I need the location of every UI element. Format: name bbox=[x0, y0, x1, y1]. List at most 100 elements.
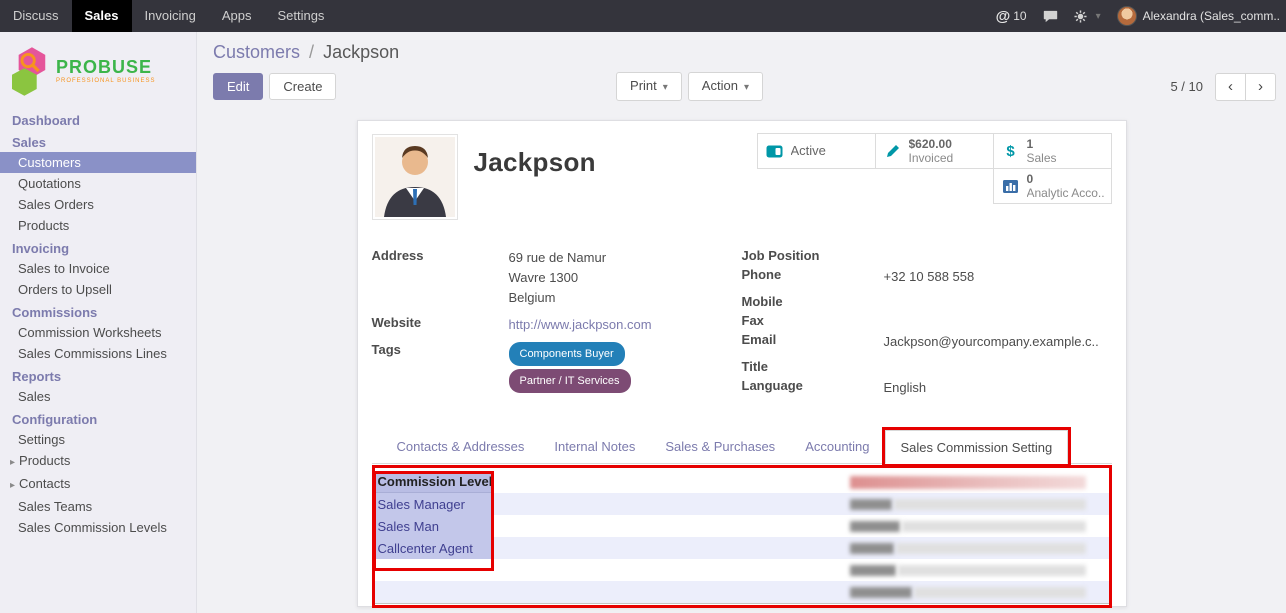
address-country: Belgium bbox=[509, 288, 607, 308]
tab-sales-commission-setting[interactable]: Sales Commission Setting bbox=[885, 430, 1069, 464]
stat-button-analytic-accounts[interactable]: 0 Analytic Acco... bbox=[993, 168, 1112, 204]
stat-button-active[interactable]: Active bbox=[757, 133, 876, 169]
menu-discuss[interactable]: Discuss bbox=[0, 0, 72, 32]
breadcrumb-customers[interactable]: Customers bbox=[213, 42, 300, 62]
commission-table-header-row: Commission Level bbox=[373, 471, 1111, 493]
sidebar-item-sales-commission-levels[interactable]: Sales Commission Levels bbox=[0, 517, 196, 538]
stat-button-invoiced[interactable]: $620.00 Invoiced bbox=[875, 133, 994, 169]
tab-contacts-addresses[interactable]: Contacts & Addresses bbox=[382, 430, 540, 463]
commission-level-cell[interactable]: Sales Manager bbox=[373, 493, 493, 515]
title-label: Title bbox=[742, 359, 884, 376]
dollar-icon: $ bbox=[1001, 143, 1021, 160]
phone-label: Phone bbox=[742, 267, 884, 287]
address-city: Wavre 1300 bbox=[509, 268, 607, 288]
sidebar: PROBUSE PROFESSIONAL BUSINESS Dashboard … bbox=[0, 32, 197, 613]
menu-sales[interactable]: Sales bbox=[72, 0, 132, 32]
website-label: Website bbox=[372, 315, 509, 335]
sidebar-item-config-contacts[interactable]: ▸Contacts bbox=[0, 473, 196, 496]
sidebar-section-invoicing[interactable]: Invoicing bbox=[0, 236, 196, 258]
at-icon: @ bbox=[996, 8, 1011, 25]
topbar-right: @ 10 ▾ Alexandra (Sales_comm.. bbox=[996, 0, 1286, 32]
toggle-icon bbox=[765, 145, 785, 158]
commission-level-column-header[interactable]: Commission Level bbox=[373, 471, 493, 493]
sidebar-item-config-settings[interactable]: Settings bbox=[0, 429, 196, 450]
sidebar-section-dashboard[interactable]: Dashboard bbox=[0, 108, 196, 130]
action-label: Action bbox=[702, 78, 738, 93]
address-value[interactable]: 69 rue de Namur Wavre 1300 Belgium bbox=[509, 248, 607, 308]
stat-value: 0 bbox=[1027, 172, 1104, 186]
menu-settings[interactable]: Settings bbox=[264, 0, 337, 32]
commission-row-sales-manager[interactable]: Sales Manager bbox=[373, 493, 1111, 515]
email-value[interactable]: Jackpson@yourcompany.example.c.. bbox=[884, 332, 1099, 352]
commission-row-empty[interactable] bbox=[373, 581, 1111, 603]
website-link[interactable]: http://www.jackpson.com bbox=[509, 317, 652, 332]
print-dropdown-button[interactable]: Print▾ bbox=[616, 72, 682, 101]
tab-accounting[interactable]: Accounting bbox=[790, 430, 884, 463]
commission-table: Commission Level Sales Manager Sales Man bbox=[373, 471, 1111, 604]
pager-previous-button[interactable]: ‹ bbox=[1215, 73, 1246, 101]
menu-invoicing[interactable]: Invoicing bbox=[132, 0, 209, 32]
tab-sales-purchases[interactable]: Sales & Purchases bbox=[650, 430, 790, 463]
redacted-value bbox=[850, 499, 892, 510]
sidebar-section-configuration[interactable]: Configuration bbox=[0, 407, 196, 429]
logo-title: PROBUSE bbox=[56, 58, 155, 76]
breadcrumb-current: Jackpson bbox=[323, 42, 399, 62]
sidebar-item-quotations[interactable]: Quotations bbox=[0, 173, 196, 194]
customer-form-sheet: Jackpson Active bbox=[357, 120, 1127, 607]
language-label: Language bbox=[742, 378, 884, 398]
tag-components-buyer[interactable]: Components Buyer bbox=[509, 342, 625, 366]
mention-count: 10 bbox=[1013, 9, 1026, 23]
sidebar-item-sales-teams[interactable]: Sales Teams bbox=[0, 496, 196, 517]
sidebar-item-sales-commissions-lines[interactable]: Sales Commissions Lines bbox=[0, 343, 196, 364]
sidebar-item-config-products[interactable]: ▸Products bbox=[0, 450, 196, 473]
commission-row-callcenter-agent[interactable]: Callcenter Agent bbox=[373, 537, 1111, 559]
stat-label: Invoiced bbox=[909, 151, 954, 165]
pager-next-button[interactable]: › bbox=[1245, 73, 1276, 101]
sidebar-item-commission-worksheets[interactable]: Commission Worksheets bbox=[0, 322, 196, 343]
expand-caret-icon[interactable]: ▸ bbox=[10, 480, 15, 491]
phone-value[interactable]: +32 10 588 558 bbox=[884, 267, 975, 287]
redacted-value bbox=[898, 565, 1086, 576]
commission-row-empty[interactable] bbox=[373, 559, 1111, 581]
language-value[interactable]: English bbox=[884, 378, 927, 398]
sidebar-item-products[interactable]: Products bbox=[0, 215, 196, 236]
expand-caret-icon[interactable]: ▸ bbox=[10, 457, 15, 468]
commission-row-sales-man[interactable]: Sales Man bbox=[373, 515, 1111, 537]
sidebar-item-customers[interactable]: Customers bbox=[0, 152, 196, 173]
sidebar-item-reports-sales[interactable]: Sales bbox=[0, 386, 196, 407]
pager-counter: 5 / 10 bbox=[1170, 79, 1203, 94]
breadcrumb-separator: / bbox=[309, 42, 314, 62]
commission-table-region: Commission Level Sales Manager Sales Man bbox=[372, 465, 1112, 608]
top-navbar: Discuss Sales Invoicing Apps Settings @ … bbox=[0, 0, 1286, 32]
sidebar-section-commissions[interactable]: Commissions bbox=[0, 300, 196, 322]
action-dropdown-button[interactable]: Action ▾ bbox=[688, 72, 763, 101]
redacted-value bbox=[902, 521, 1086, 532]
create-button[interactable]: Create bbox=[269, 73, 336, 100]
tag-partner-it-services[interactable]: Partner / IT Services bbox=[509, 369, 631, 393]
redacted-value bbox=[850, 521, 900, 532]
sidebar-section-sales[interactable]: Sales bbox=[0, 130, 196, 152]
redacted-value bbox=[914, 587, 1086, 598]
sidebar-section-reports[interactable]: Reports bbox=[0, 364, 196, 386]
tab-internal-notes[interactable]: Internal Notes bbox=[539, 430, 650, 463]
sidebar-item-orders-to-upsell[interactable]: Orders to Upsell bbox=[0, 279, 196, 300]
messages-icon[interactable] bbox=[1043, 10, 1058, 23]
sidebar-item-sales-orders[interactable]: Sales Orders bbox=[0, 194, 196, 215]
stat-button-sales[interactable]: $ 1 Sales bbox=[993, 133, 1112, 169]
user-name: Alexandra (Sales_comm.. bbox=[1143, 9, 1280, 23]
customer-photo[interactable] bbox=[372, 134, 458, 220]
menu-apps[interactable]: Apps bbox=[209, 0, 265, 32]
form-view-content: Jackpson Active bbox=[197, 109, 1286, 613]
debug-menu-icon[interactable]: ▾ bbox=[1074, 10, 1101, 23]
commission-level-cell[interactable]: Sales Man bbox=[373, 515, 493, 537]
edit-button[interactable]: Edit bbox=[213, 73, 263, 100]
user-menu[interactable]: Alexandra (Sales_comm.. bbox=[1117, 6, 1280, 26]
job-position-label: Job Position bbox=[742, 248, 884, 265]
commission-level-cell[interactable]: Callcenter Agent bbox=[373, 537, 493, 559]
main-area: Customers / Jackpson Edit Create Print▾ … bbox=[197, 32, 1286, 613]
caret-down-icon: ▾ bbox=[744, 82, 749, 93]
probuse-logo[interactable]: PROBUSE PROFESSIONAL BUSINESS bbox=[0, 32, 196, 108]
pencil-icon bbox=[883, 144, 903, 158]
mentions-counter[interactable]: @ 10 bbox=[996, 8, 1027, 25]
sidebar-item-sales-to-invoice[interactable]: Sales to Invoice bbox=[0, 258, 196, 279]
